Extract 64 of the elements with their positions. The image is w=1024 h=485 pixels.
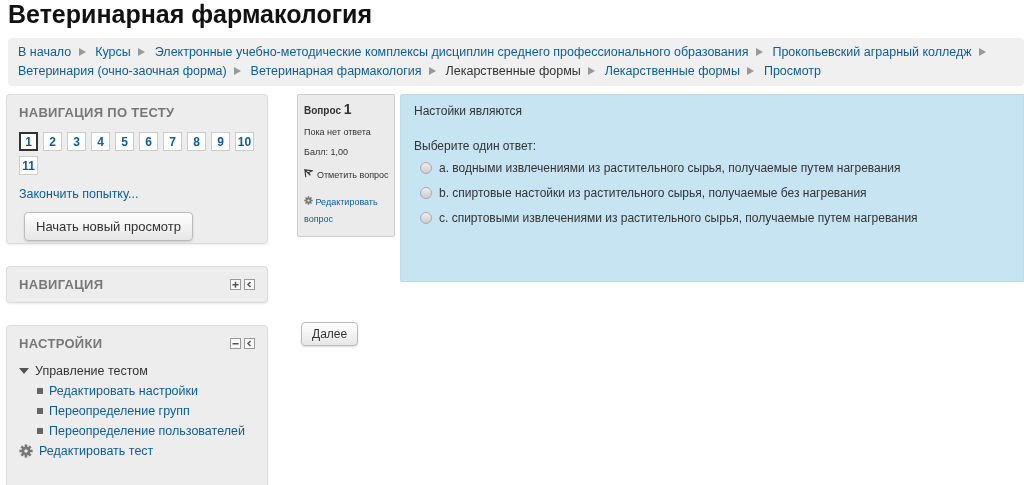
radio-button[interactable] — [420, 187, 432, 199]
bullet-icon — [37, 408, 43, 414]
flag-icon — [304, 169, 313, 178]
question-number-button[interactable]: 1 — [19, 132, 38, 151]
separator-icon — [138, 48, 146, 56]
question-number-button[interactable]: 4 — [91, 132, 110, 151]
radio-button[interactable] — [420, 162, 432, 174]
question-number-button[interactable]: 6 — [139, 132, 158, 151]
separator-icon — [747, 67, 755, 75]
expand-icon[interactable] — [230, 279, 241, 290]
question-number-button[interactable]: 5 — [115, 132, 134, 151]
breadcrumb-link[interactable]: Прокопьевский аграрный колледж — [772, 45, 972, 59]
separator-icon — [429, 67, 437, 75]
edit-question-link[interactable]: Редактировать вопрос — [304, 194, 390, 228]
question-number-button[interactable]: 2 — [43, 132, 62, 151]
separator-icon — [78, 48, 86, 56]
question-heading: Вопрос 1 — [304, 101, 353, 117]
bullet-icon — [37, 388, 43, 394]
collapse-icon[interactable] — [230, 338, 241, 349]
separator-icon — [755, 48, 763, 56]
block-title: НАВИГАЦИЯ — [19, 277, 104, 292]
block-title: НАВИГАЦИЯ ПО ТЕСТУ — [19, 105, 176, 120]
tree-link[interactable]: Редактировать тест — [39, 444, 154, 458]
question-number-button[interactable]: 3 — [67, 132, 86, 151]
breadcrumb-link[interactable]: Просмотр — [763, 64, 821, 78]
separator-icon — [234, 67, 242, 75]
tree-link[interactable]: Переопределение пользователей — [49, 424, 245, 438]
next-button[interactable]: Далее — [301, 322, 359, 346]
finish-attempt-link[interactable]: Закончить попытку... — [19, 187, 139, 201]
page-title: Ветеринарная фармакология — [7, 0, 374, 30]
answer-prompt: Выберите один ответ: — [414, 139, 538, 153]
restart-button[interactable]: Начать новый просмотр — [24, 212, 193, 241]
tree-item[interactable]: Управление тестом — [35, 364, 148, 378]
breadcrumb-link[interactable]: Ветеринарная фармакология — [250, 64, 422, 78]
answer-status: Пока нет ответа — [304, 127, 372, 137]
dock-icon[interactable] — [244, 279, 255, 290]
tree-link[interactable]: Переопределение групп — [49, 404, 190, 418]
tree-link[interactable]: Редактировать настройки — [49, 384, 198, 398]
breadcrumb-link[interactable]: Лекарственные формы — [604, 64, 740, 78]
question-number-button[interactable]: 10 — [235, 132, 254, 151]
breadcrumb-link[interactable]: Курсы — [95, 45, 131, 59]
answer-option[interactable]: b. спиртовые настойки из растительного сырья, получаемые без нагревания — [439, 186, 867, 200]
question-number-button[interactable]: 11 — [19, 156, 38, 175]
question-number-button[interactable]: 7 — [163, 132, 182, 151]
separator-icon — [588, 67, 596, 75]
gear-icon — [304, 196, 313, 205]
flag-question-link[interactable]: Отметить вопрос — [304, 167, 390, 184]
breadcrumb-link[interactable]: В начало — [18, 45, 72, 59]
block-title: НАСТРОЙКИ — [19, 336, 103, 351]
radio-button[interactable] — [420, 212, 432, 224]
grade-text: Балл: 1,00 — [304, 147, 349, 157]
dock-icon[interactable] — [244, 338, 255, 349]
breadcrumb-item: Лекарственные формы — [445, 64, 581, 78]
breadcrumb-link[interactable]: Электронные учебно-методические комплексы дисциплин среднего профессионального образования — [154, 45, 749, 59]
bullet-icon — [37, 428, 43, 434]
question-number-button[interactable]: 8 — [187, 132, 206, 151]
breadcrumb-link[interactable]: Ветеринария (очно-заочная форма) — [18, 64, 227, 78]
question-text: Настойки являются — [414, 104, 524, 118]
answer-option[interactable]: a. водными извлечениями из растительного сырья, получаемые путем нагревания — [439, 161, 901, 175]
separator-icon — [979, 48, 987, 56]
answer-option[interactable]: c. спиртовыми извлечениями из растительного сырья, получаемые путем нагревания — [439, 211, 918, 225]
caret-icon[interactable] — [19, 366, 29, 376]
question-number-button[interactable]: 9 — [211, 132, 230, 151]
gear-icon — [19, 444, 33, 458]
